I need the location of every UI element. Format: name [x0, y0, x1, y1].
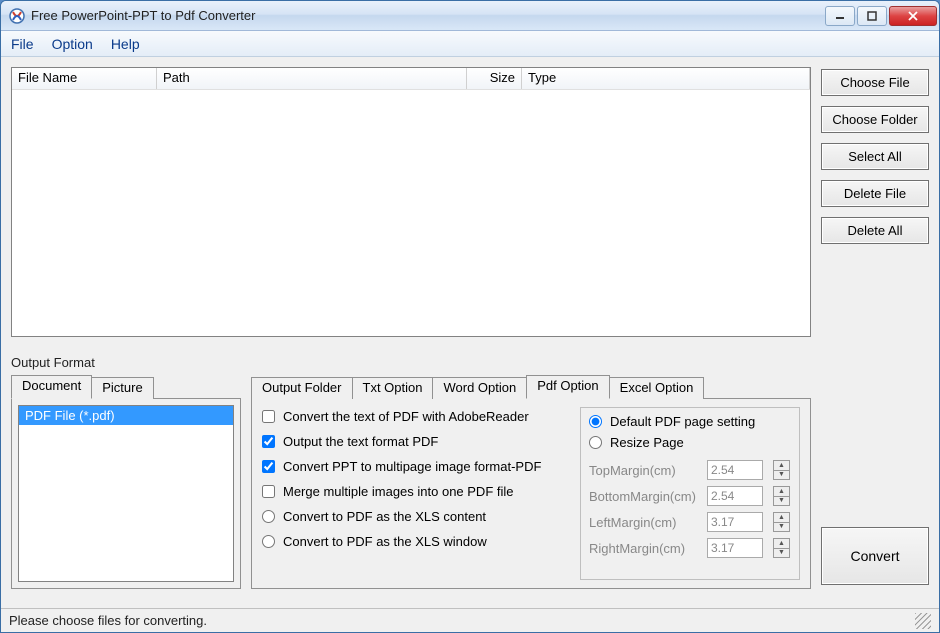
rdo-xls-content[interactable]: Convert to PDF as the XLS content — [262, 509, 568, 524]
chk-convert-adobe-input[interactable] — [262, 410, 275, 423]
menu-file[interactable]: File — [11, 36, 34, 52]
top-margin-spinner: ▲▼ — [773, 460, 790, 480]
chk-ppt-multipage-input[interactable] — [262, 460, 275, 473]
delete-all-button[interactable]: Delete All — [821, 217, 929, 244]
col-header-size[interactable]: Size — [467, 68, 522, 89]
bottom-margin-input — [707, 486, 763, 506]
tab-txt-option[interactable]: Txt Option — [352, 377, 434, 399]
right-margin-label: RightMargin(cm) — [589, 541, 701, 556]
menubar: File Option Help — [1, 31, 939, 57]
col-header-filename[interactable]: File Name — [12, 68, 157, 89]
chk-merge-images[interactable]: Merge multiple images into one PDF file — [262, 484, 568, 499]
margin-grid: TopMargin(cm) ▲▼ BottomMargin(cm) ▲▼ Lef… — [589, 460, 791, 558]
app-icon — [9, 8, 25, 24]
rdo-resize-page-input[interactable] — [589, 436, 602, 449]
top-section: File Name Path Size Type Choose File Cho… — [11, 67, 929, 337]
tab-output-folder[interactable]: Output Folder — [251, 377, 353, 399]
bottom-margin-label: BottomMargin(cm) — [589, 489, 701, 504]
left-margin-input — [707, 512, 763, 532]
convert-area: Convert — [821, 374, 929, 589]
tab-excel-option[interactable]: Excel Option — [609, 377, 705, 399]
pdf-option-body: Convert the text of PDF with AdobeReader… — [251, 398, 811, 589]
options-area: Output Folder Txt Option Word Option Pdf… — [251, 374, 811, 589]
rdo-resize-page[interactable]: Resize Page — [589, 435, 791, 450]
maximize-button[interactable] — [857, 6, 887, 26]
format-tab-body: PDF File (*.pdf) — [11, 398, 241, 589]
tab-picture[interactable]: Picture — [91, 377, 153, 399]
rdo-default-page[interactable]: Default PDF page setting — [589, 414, 791, 429]
titlebar[interactable]: Free PowerPoint-PPT to Pdf Converter — [1, 1, 939, 31]
status-text: Please choose files for converting. — [9, 613, 207, 628]
col-header-type[interactable]: Type — [522, 68, 810, 89]
menu-option[interactable]: Option — [52, 36, 93, 52]
bottom-row: Document Picture PDF File (*.pdf) Output… — [11, 374, 929, 589]
chk-output-text-pdf-input[interactable] — [262, 435, 275, 448]
file-buttons: Choose File Choose Folder Select All Del… — [821, 67, 929, 337]
chk-ppt-multipage[interactable]: Convert PPT to multipage image format-PD… — [262, 459, 568, 474]
options-tabs: Output Folder Txt Option Word Option Pdf… — [251, 375, 811, 399]
tab-pdf-option[interactable]: Pdf Option — [526, 375, 609, 399]
chk-convert-adobe[interactable]: Convert the text of PDF with AdobeReader — [262, 409, 568, 424]
rdo-xls-window-input[interactable] — [262, 535, 275, 548]
file-list[interactable]: File Name Path Size Type — [11, 67, 811, 337]
top-margin-input — [707, 460, 763, 480]
top-margin-label: TopMargin(cm) — [589, 463, 701, 478]
bottom-margin-spinner: ▲▼ — [773, 486, 790, 506]
output-format-section: Output Format Document Picture PDF File … — [11, 355, 929, 589]
window-controls — [825, 6, 937, 26]
resize-grip[interactable] — [915, 613, 931, 629]
tab-document[interactable]: Document — [11, 375, 92, 399]
format-group: Document Picture PDF File (*.pdf) — [11, 374, 241, 589]
choose-folder-button[interactable]: Choose Folder — [821, 106, 929, 133]
left-margin-label: LeftMargin(cm) — [589, 515, 701, 530]
chk-output-text-pdf[interactable]: Output the text format PDF — [262, 434, 568, 449]
app-window: Free PowerPoint-PPT to Pdf Converter Fil… — [0, 0, 940, 633]
client-area: File Name Path Size Type Choose File Cho… — [1, 57, 939, 608]
rdo-xls-content-input[interactable] — [262, 510, 275, 523]
format-list[interactable]: PDF File (*.pdf) — [18, 405, 234, 582]
col-header-path[interactable]: Path — [157, 68, 467, 89]
right-margin-input — [707, 538, 763, 558]
menu-help[interactable]: Help — [111, 36, 140, 52]
delete-file-button[interactable]: Delete File — [821, 180, 929, 207]
minimize-button[interactable] — [825, 6, 855, 26]
left-margin-spinner: ▲▼ — [773, 512, 790, 532]
statusbar: Please choose files for converting. — [1, 608, 939, 632]
format-tabs: Document Picture — [11, 375, 241, 399]
rdo-default-page-input[interactable] — [589, 415, 602, 428]
right-margin-spinner: ▲▼ — [773, 538, 790, 558]
output-format-label: Output Format — [11, 355, 929, 370]
page-settings-group: Default PDF page setting Resize Page Top… — [580, 407, 800, 580]
format-item-pdf[interactable]: PDF File (*.pdf) — [19, 406, 233, 425]
close-button[interactable] — [889, 6, 937, 26]
file-list-header: File Name Path Size Type — [12, 68, 810, 90]
pdf-options-left: Convert the text of PDF with AdobeReader… — [262, 407, 568, 580]
rdo-xls-window[interactable]: Convert to PDF as the XLS window — [262, 534, 568, 549]
chk-merge-images-input[interactable] — [262, 485, 275, 498]
window-title: Free PowerPoint-PPT to Pdf Converter — [31, 8, 825, 23]
choose-file-button[interactable]: Choose File — [821, 69, 929, 96]
convert-button[interactable]: Convert — [821, 527, 929, 585]
select-all-button[interactable]: Select All — [821, 143, 929, 170]
tab-word-option[interactable]: Word Option — [432, 377, 527, 399]
